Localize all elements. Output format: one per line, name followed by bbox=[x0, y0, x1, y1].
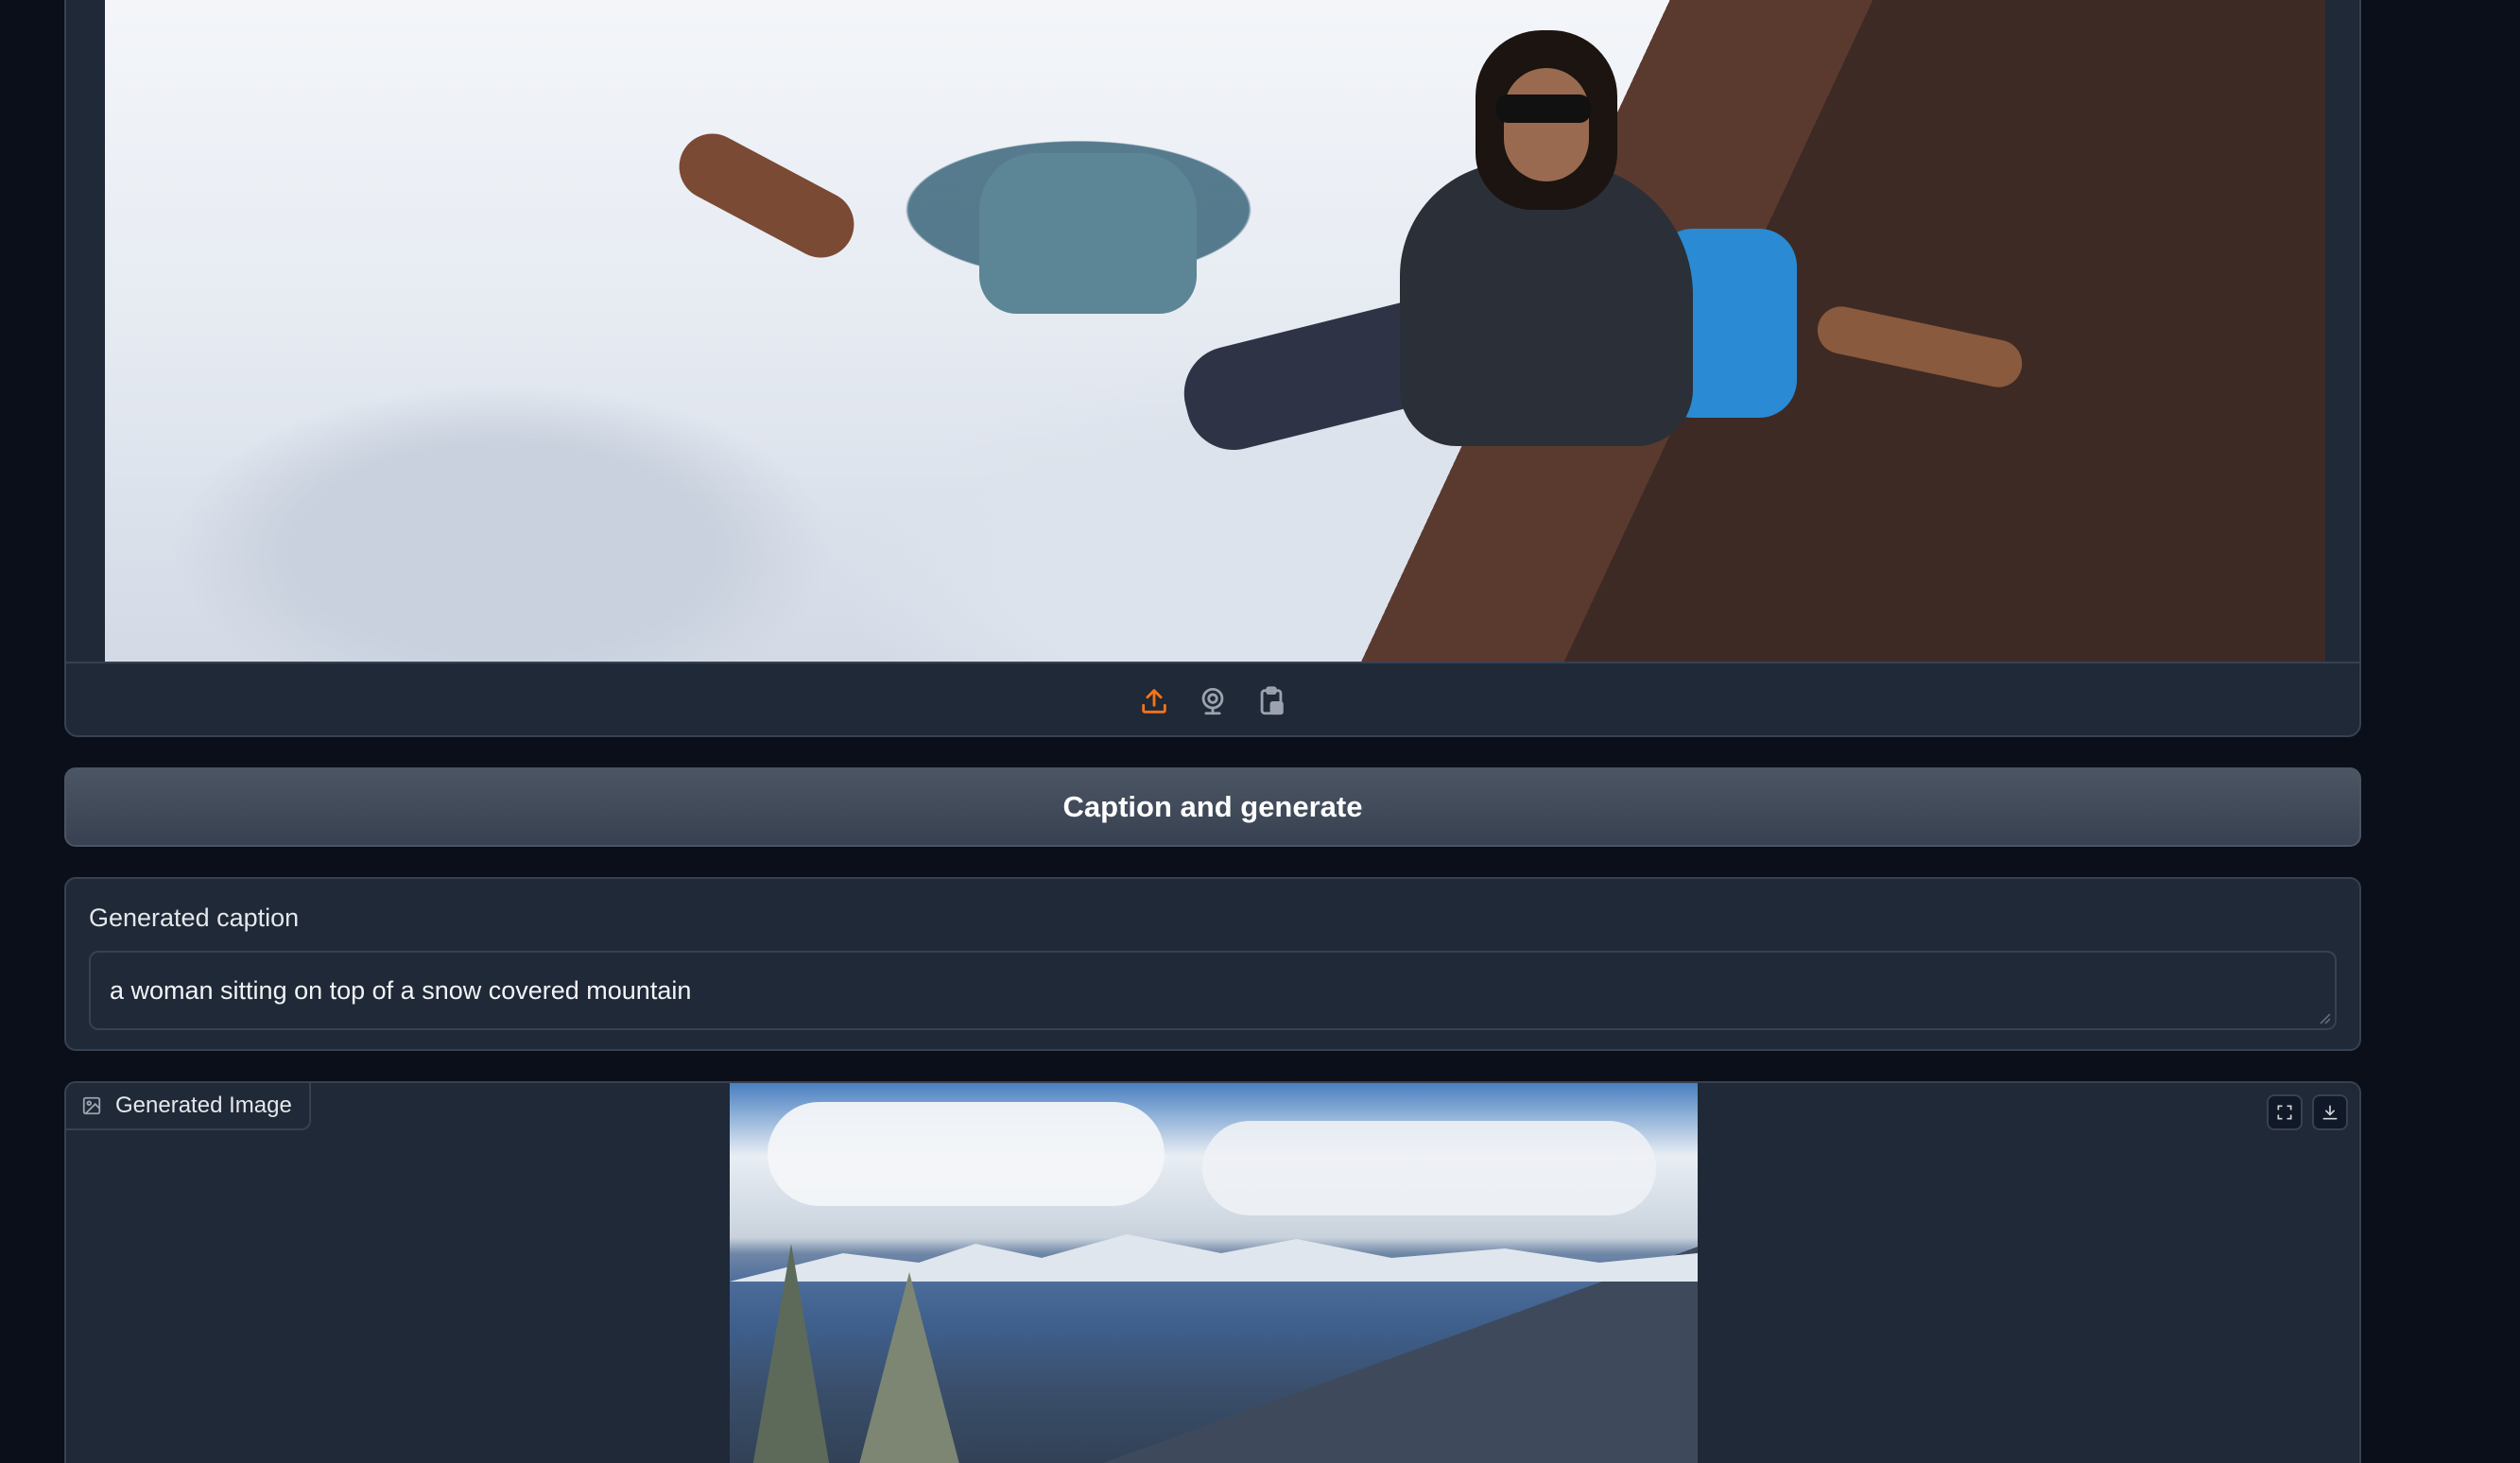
clipboard-button[interactable] bbox=[1252, 682, 1290, 720]
download-icon bbox=[2322, 1105, 2338, 1120]
photo-person-face bbox=[1504, 68, 1589, 181]
photo-sunglasses bbox=[1496, 95, 1591, 123]
generated-image-label: Generated Image bbox=[66, 1083, 311, 1130]
photo-rock bbox=[667, 122, 866, 269]
input-image-panel bbox=[64, 0, 2361, 737]
upload-button[interactable] bbox=[1135, 682, 1173, 720]
caption-and-generate-button[interactable]: Caption and generate bbox=[64, 767, 2361, 847]
resize-grip-icon[interactable] bbox=[2318, 1011, 2331, 1024]
photo-pine-tree bbox=[853, 1272, 966, 1463]
clipboard-icon bbox=[1260, 686, 1284, 715]
upload-icon bbox=[1142, 689, 1166, 714]
webcam-button[interactable] bbox=[1194, 682, 1232, 720]
fullscreen-button[interactable] bbox=[2267, 1094, 2303, 1130]
generated-image-panel: Generated Image bbox=[64, 1081, 2361, 1463]
photo-cloud bbox=[1202, 1121, 1656, 1215]
caption-text: a woman sitting on top of a snow covered… bbox=[110, 975, 692, 1005]
download-button[interactable] bbox=[2312, 1094, 2348, 1130]
uploaded-image[interactable] bbox=[105, 0, 2325, 662]
caption-textbox[interactable]: a woman sitting on top of a snow covered… bbox=[89, 951, 2337, 1030]
app-root: Caption and generate Generated caption a… bbox=[0, 0, 2520, 1463]
webcam-icon bbox=[1201, 687, 1224, 715]
caption-label: Generated caption bbox=[89, 904, 300, 932]
image-source-bar bbox=[66, 662, 2359, 735]
photo-pine-tree bbox=[749, 1244, 834, 1463]
generated-image bbox=[730, 1083, 1698, 1463]
image-icon bbox=[82, 1096, 101, 1115]
caption-panel: Generated caption a woman sitting on top… bbox=[64, 877, 2361, 1051]
fullscreen-icon bbox=[2277, 1105, 2292, 1120]
photo-cloud bbox=[768, 1102, 1165, 1206]
photo-rock bbox=[1813, 301, 2027, 392]
photo-backpack-on-ground bbox=[979, 153, 1197, 314]
generated-image-label-text: Generated Image bbox=[115, 1093, 292, 1118]
